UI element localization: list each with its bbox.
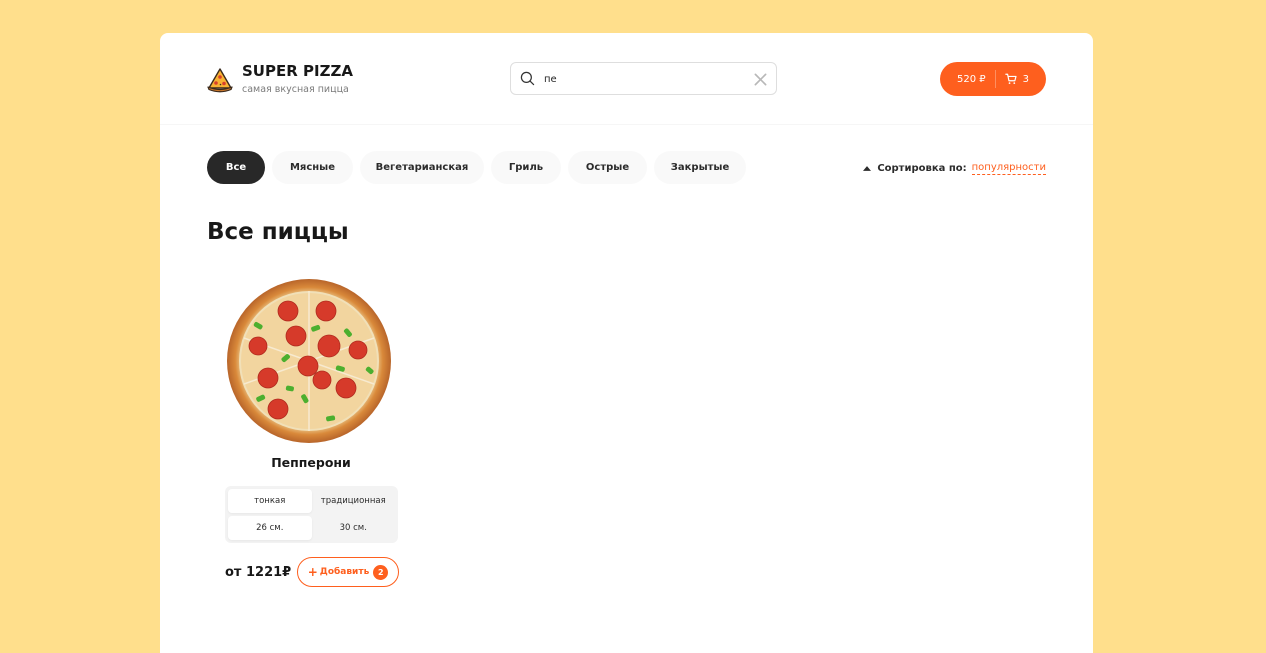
- logo-subtitle: самая вкусная пицца: [242, 84, 349, 95]
- size-26-option[interactable]: 26 см.: [228, 516, 312, 540]
- category-spicy[interactable]: Острые: [568, 151, 647, 184]
- pizza-price: от 1221₽: [225, 564, 292, 580]
- cart-icon: [1004, 73, 1017, 84]
- category-vegetarian[interactable]: Вегетарианская: [360, 151, 484, 184]
- category-closed[interactable]: Закрытые: [654, 151, 746, 184]
- cart-count: 3: [1022, 73, 1029, 85]
- cart-button[interactable]: 520 ₽ 3: [940, 62, 1046, 96]
- size-row: 26 см. 30 см.: [228, 516, 395, 540]
- category-meat[interactable]: Мясные: [272, 151, 353, 184]
- pizza-options: тонкая традиционная 26 см. 30 см.: [225, 486, 398, 543]
- header: SUPER PIZZA самая вкусная пицца 520 ₽: [160, 33, 1093, 125]
- category-grill[interactable]: Гриль: [491, 151, 561, 184]
- pizza-name: Пепперони: [271, 455, 351, 470]
- pizza-image[interactable]: [226, 278, 392, 444]
- search-icon: [520, 71, 535, 86]
- page-container: SUPER PIZZA самая вкусная пицца 520 ₽: [160, 33, 1093, 653]
- logo-title: SUPER PIZZA: [242, 62, 353, 80]
- sort-control: Сортировка по: популярности: [863, 161, 1046, 175]
- category-list: Все Мясные Вегетарианская Гриль Острые З…: [207, 151, 753, 184]
- page-title: Все пиццы: [207, 219, 349, 245]
- category-all[interactable]: Все: [207, 151, 265, 184]
- add-label: Добавить: [319, 567, 370, 577]
- cart-total: 520 ₽: [956, 73, 986, 85]
- plus-icon: +: [307, 565, 318, 579]
- sort-label: Сортировка по:: [877, 162, 967, 174]
- add-to-cart-button[interactable]: + Добавить 2: [297, 557, 399, 587]
- search-box: [510, 62, 777, 95]
- dough-type-row: тонкая традиционная: [228, 489, 395, 513]
- sort-dropdown[interactable]: популярности: [971, 161, 1046, 175]
- caret-up-icon: [863, 165, 872, 171]
- pizza-bottom: от 1221₽ + Добавить 2: [225, 557, 399, 587]
- close-icon[interactable]: [754, 73, 767, 86]
- cart-divider: [994, 70, 996, 88]
- add-count-badge: 2: [373, 564, 389, 580]
- pizza-slice-icon: [207, 68, 233, 93]
- dough-traditional-option[interactable]: традиционная: [312, 489, 396, 513]
- logo[interactable]: SUPER PIZZA самая вкусная пицца: [206, 63, 353, 95]
- search-input[interactable]: [544, 70, 744, 88]
- size-30-option[interactable]: 30 см.: [312, 516, 396, 540]
- dough-thin-option[interactable]: тонкая: [228, 489, 312, 513]
